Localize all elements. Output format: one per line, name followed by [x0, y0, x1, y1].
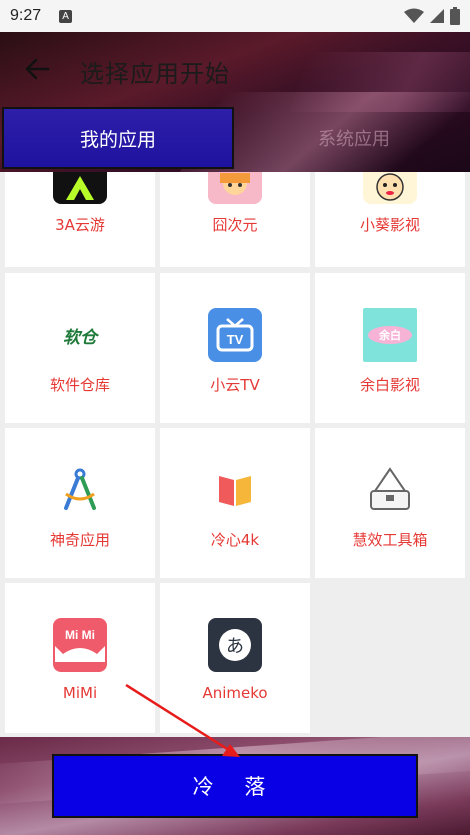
software-repo-icon-text: 软仓: [63, 327, 97, 348]
wifi-icon: [404, 8, 424, 23]
status-bar: 9:27 A: [0, 0, 470, 32]
start-button[interactable]: 冷 落: [52, 754, 418, 818]
app-grid: 3A云游 囧次元 小葵影视 软仓 软件仓库 TV 小云TV 余白 余白影视 神奇…: [0, 172, 470, 735]
back-button[interactable]: [20, 52, 54, 86]
app-tile-mimi[interactable]: Mi Mi MiMi: [5, 583, 155, 733]
animeko-icon-badge: あ: [219, 629, 251, 661]
software-repo-icon: 软仓: [53, 308, 107, 362]
page-title: 选择应用开始: [80, 60, 230, 88]
notification-icon: A: [59, 9, 73, 23]
arrow-left-icon: [25, 58, 50, 80]
app-tile-software-repo[interactable]: 软仓 软件仓库: [5, 273, 155, 423]
app-label: 慧效工具箱: [352, 531, 428, 549]
battery-icon: [450, 7, 460, 25]
app-tile-animeko[interactable]: あ Animeko: [160, 583, 310, 733]
app-tile-huixiao[interactable]: 慧效工具箱: [315, 428, 465, 578]
status-icons: [404, 7, 460, 25]
compass-app-icon: [53, 463, 107, 517]
xiaoyun-tv-icon-text: TV: [226, 331, 244, 347]
tab-my-apps[interactable]: 我的应用: [2, 107, 234, 169]
app-tile-jiongciyuan[interactable]: 囧次元: [160, 172, 310, 267]
app-label: 冷心4k: [210, 531, 260, 549]
app-label: 囧次元: [212, 216, 258, 234]
3a-cloud-game-icon: [53, 172, 107, 204]
app-tile-xiaokui[interactable]: 小葵影视: [315, 172, 465, 267]
app-tile-lengxin4k[interactable]: 冷心4k: [160, 428, 310, 578]
animeko-icon: あ: [208, 618, 262, 672]
app-label: MiMi: [62, 684, 98, 702]
tab-system-apps[interactable]: 系统应用: [240, 107, 468, 169]
jiong-ciyuan-icon: [208, 172, 262, 204]
app-label: Animeko: [202, 684, 268, 702]
mimi-cat-icon: Mi Mi: [53, 618, 107, 672]
book-icon: [208, 463, 262, 517]
app-label: 软件仓库: [49, 376, 110, 394]
app-tile-shenqi[interactable]: 神奇应用: [5, 428, 155, 578]
app-label: 神奇应用: [49, 531, 110, 549]
status-time: 9:27: [10, 7, 42, 24]
mimi-icon-text: Mi Mi: [65, 628, 95, 642]
app-tile-yubai[interactable]: 余白 余白影视: [315, 273, 465, 423]
app-header: 选择应用开始 我的应用 系统应用: [0, 32, 470, 172]
signal-icon: [430, 9, 444, 23]
app-tile-3a[interactable]: 3A云游: [5, 172, 155, 267]
app-label: 小云TV: [210, 376, 260, 394]
yubai-video-icon: 余白: [363, 308, 417, 362]
app-label: 余白影视: [359, 376, 420, 394]
xiaoyun-tv-icon: TV: [208, 308, 262, 362]
app-label: 3A云游: [55, 216, 105, 234]
app-label: 小葵影视: [359, 216, 420, 234]
app-tile-xiaoyun-tv[interactable]: TV 小云TV: [160, 273, 310, 423]
svg-text:余白: 余白: [378, 328, 401, 342]
bottom-bar: 冷 落: [0, 737, 470, 835]
xiaokui-video-icon: [363, 172, 417, 204]
toolbox-icon: [363, 463, 417, 517]
